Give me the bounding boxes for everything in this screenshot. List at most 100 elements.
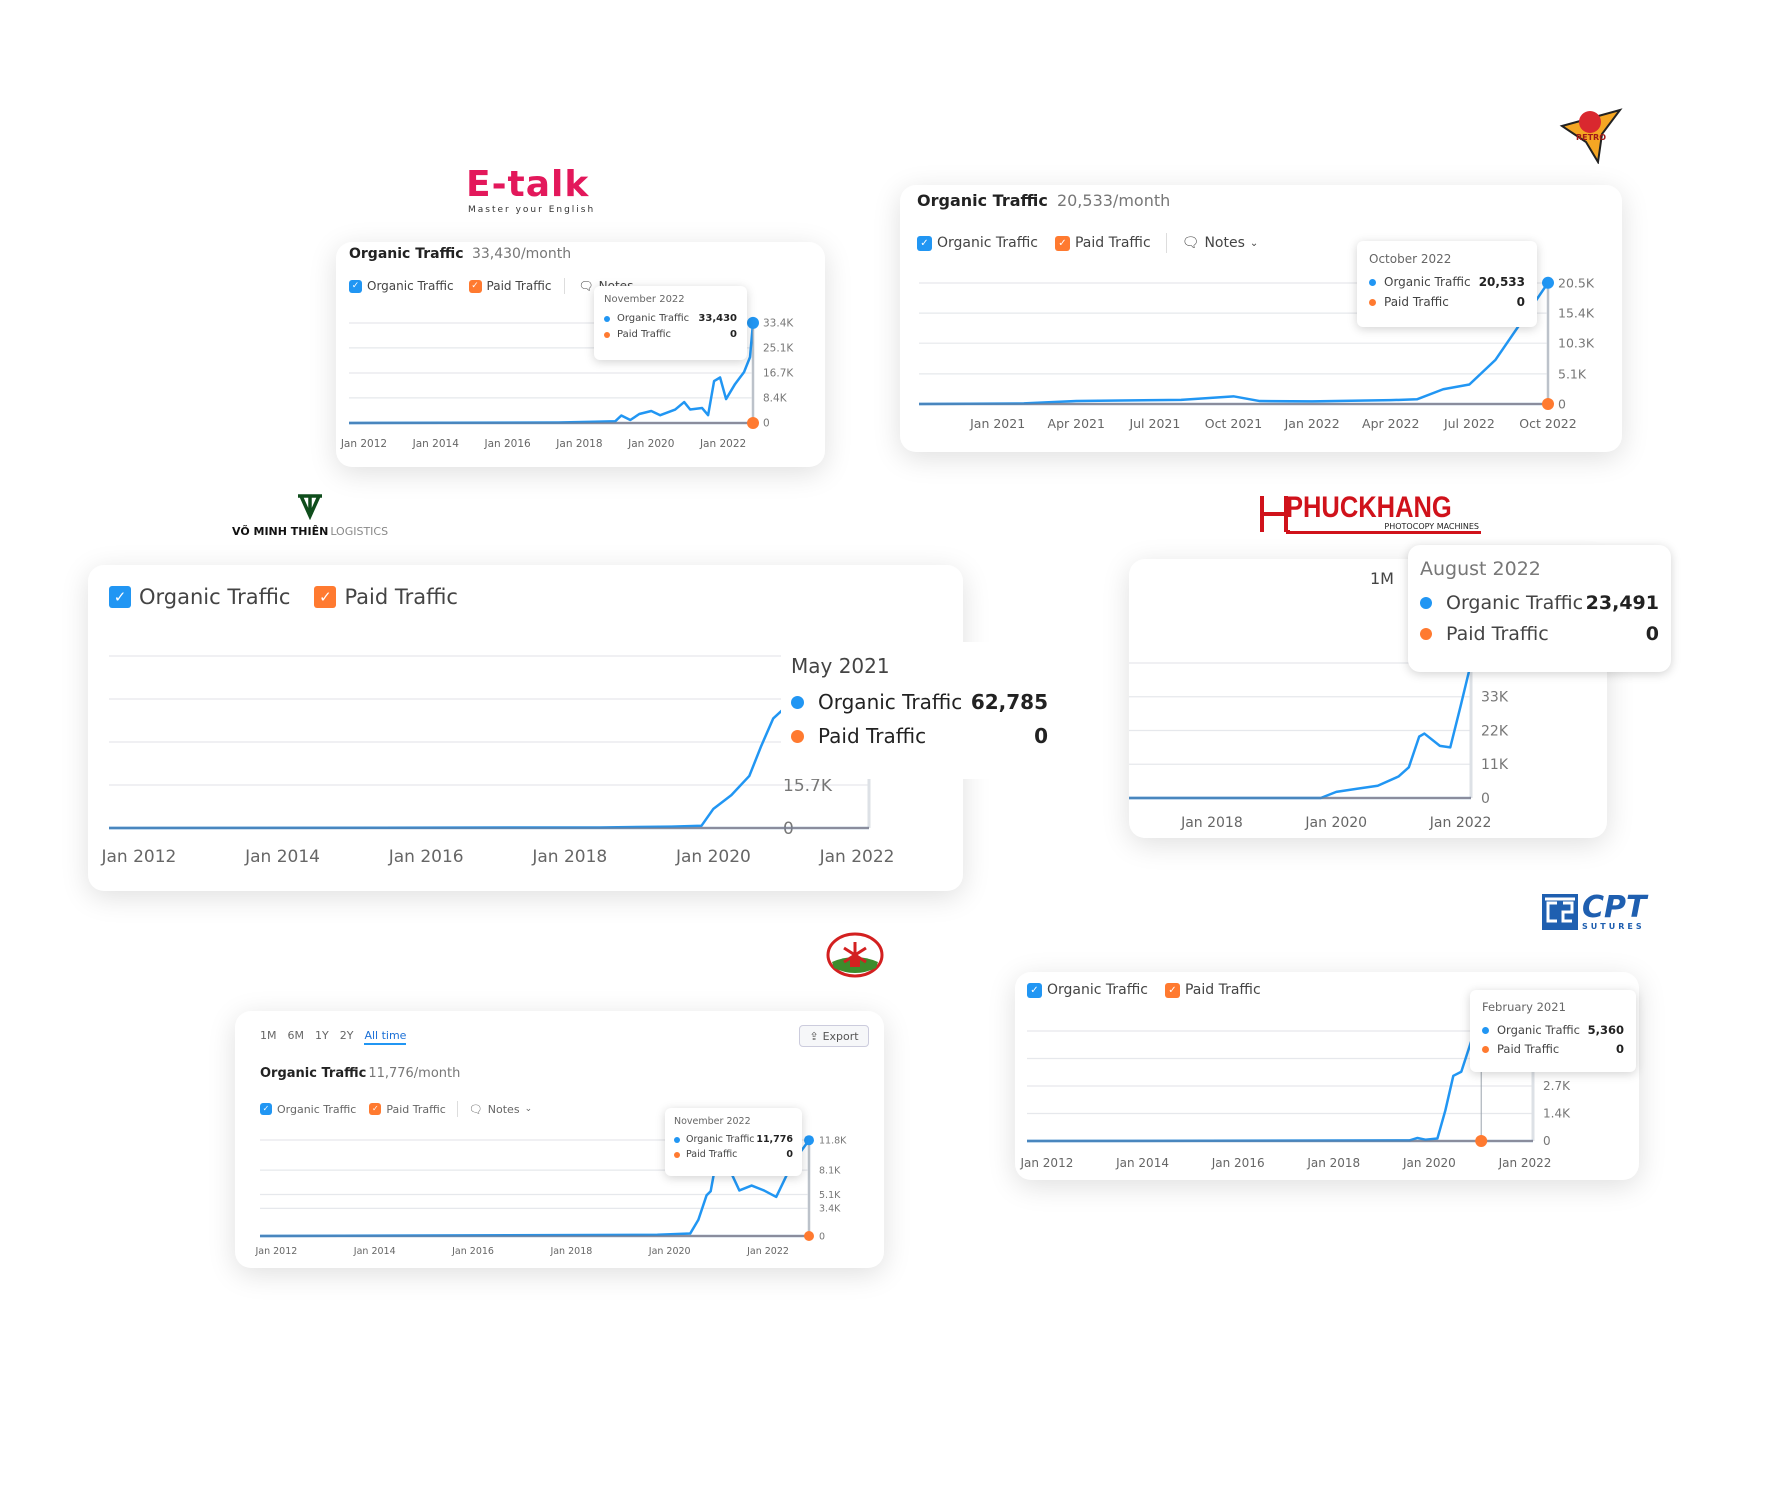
legend: ✓ Organic Traffic ✓ Paid Traffic 🗨 Notes xyxy=(349,278,633,294)
card-subtitle: 11,776/month xyxy=(368,1066,461,1081)
range-tab-1y[interactable]: 1Y xyxy=(315,1029,329,1045)
saigon-retro-traffic-card: 0 5.1K 10.3K 15.4K 20.5K Jan 2021 Apr 2021 Jul … xyxy=(900,185,1622,452)
organic-checkbox[interactable]: ✓ xyxy=(349,279,362,293)
y-tick-label: 11K xyxy=(1481,757,1509,773)
cpt-sutures-logo: CPT SUTURES xyxy=(1541,892,1646,931)
tooltip-organic-value: 5,360 xyxy=(1587,1023,1624,1037)
tooltip-row-organic: Organic Traffic 5,360 xyxy=(1482,1023,1624,1037)
x-tick-label: Jan 2014 xyxy=(353,1246,396,1257)
y-tick-label: 8.4K xyxy=(763,393,788,405)
range-tab-6m[interactable]: 6M xyxy=(288,1029,305,1045)
tooltip-paid-label: Paid Traffic xyxy=(1446,623,1549,645)
notes-icon[interactable]: 🗨 xyxy=(1182,235,1200,251)
organic-dot-icon xyxy=(1420,597,1432,609)
tooltip-paid-value: 0 xyxy=(1615,1042,1624,1056)
tooltip-organic-label: Organic Traffic xyxy=(617,313,690,324)
tooltip-date: November 2022 xyxy=(674,1116,751,1127)
notes-icon[interactable]: 🗨 xyxy=(578,279,593,293)
vmt-traffic-card: 015.7KJan 2012Jan 2014Jan 2016Jan 2018Ja… xyxy=(88,565,1056,891)
range-tab-2y[interactable]: 2Y xyxy=(340,1029,354,1045)
y-tick-label: 33.4K xyxy=(763,318,794,330)
paid-checkbox[interactable]: ✓ xyxy=(1164,982,1180,998)
chevron-down-icon[interactable]: ⌄ xyxy=(525,1104,533,1114)
tooltip-paid-value: 0 xyxy=(786,1149,793,1160)
paid-checkbox[interactable]: ✓ xyxy=(468,279,482,293)
x-tick-label: Jan 2012 xyxy=(1019,1156,1073,1170)
paid-checkbox[interactable]: ✓ xyxy=(369,1103,382,1115)
tooltip-organic-label: Organic Traffic xyxy=(1446,592,1584,614)
x-tick-label: Jan 2016 xyxy=(451,1246,494,1257)
cpt-traffic-card: 0 1.4K 2.7K Jan 2012 Jan 2014 Jan 2016 Jan 201… xyxy=(1015,972,1639,1180)
x-tick-label: Jan 2021 xyxy=(969,416,1025,431)
y-tick-label: 5.1K xyxy=(819,1190,841,1201)
x-tick-label: Jan 2020 xyxy=(1304,815,1367,831)
chart-tooltip: November 2022 Organic Traffic 11,776 Paid… xyxy=(665,1108,802,1176)
x-tick-label: Oct 2022 xyxy=(1519,416,1576,431)
range-tab-1m[interactable]: 1M xyxy=(260,1029,277,1045)
vmt-logo: VÕ MINH THIÊN LOGISTICS xyxy=(232,492,388,539)
range-1m-button[interactable]: 1M xyxy=(1370,569,1394,588)
phuckhang-logo: PHUCKHANG PHOTOCOPY MACHINES xyxy=(1260,493,1481,534)
range-tab-all-time[interactable]: All time xyxy=(364,1029,407,1045)
chart-tooltip: August 2022 Organic Traffic 23,491 Paid T… xyxy=(1408,545,1671,672)
notes-icon[interactable]: 🗨 xyxy=(469,1103,483,1116)
chevron-down-icon[interactable]: ⌄ xyxy=(1250,238,1258,249)
hover-point-paid xyxy=(747,417,759,429)
y-tick-label: 2.7K xyxy=(1543,1079,1571,1093)
card-title: Organic Traffic xyxy=(349,246,464,262)
x-tick-label: Jan 2018 xyxy=(531,847,607,867)
tooltip-row-organic: Organic Traffic 33,430 xyxy=(604,313,737,324)
tooltip-row-organic: Organic Traffic 20,533 xyxy=(1369,275,1525,289)
organic-legend-label: Organic Traffic xyxy=(139,585,291,609)
range-tabs: 1M 6M 1Y 2Y All time xyxy=(260,1029,407,1045)
organic-checkbox[interactable]: ✓ xyxy=(1027,982,1042,998)
paid-legend-label: Paid Traffic xyxy=(386,1102,446,1116)
y-tick-label: 0 xyxy=(1481,791,1490,807)
legend: ✓ Organic Traffic ✓ Paid Traffic 🗨 Notes… xyxy=(260,1101,532,1117)
y-tick-label: 5.1K xyxy=(1558,366,1587,381)
y-tick-label: 0 xyxy=(819,1231,825,1242)
tooltip-date: August 2022 xyxy=(1420,558,1541,580)
x-tick-label: Jan 2020 xyxy=(675,847,751,867)
x-tick-label: Jan 2018 xyxy=(1180,815,1243,831)
x-tick-label: Jul 2022 xyxy=(1443,416,1495,431)
x-tick-label: Apr 2021 xyxy=(1048,416,1105,431)
notes-button[interactable]: Notes xyxy=(488,1103,520,1116)
tooltip-row-paid: Paid Traffic 0 xyxy=(604,329,737,340)
y-tick-label: 0 xyxy=(763,418,770,430)
export-button[interactable]: ⇪ Export xyxy=(799,1025,869,1047)
organic-dot-icon xyxy=(604,315,610,322)
tooltip-organic-value: 33,430 xyxy=(698,313,737,324)
paid-checkbox[interactable]: ✓ xyxy=(314,586,337,608)
legend: ✓ Organic Traffic ✓ Paid Traffic xyxy=(109,585,458,609)
organic-legend-label: Organic Traffic xyxy=(277,1102,357,1116)
card-subtitle: 20,533/month xyxy=(1056,191,1171,210)
y-tick-label: 25.1K xyxy=(763,343,794,355)
tooltip-organic-label: Organic Traffic xyxy=(1497,1023,1580,1037)
x-tick-label: Jan 2016 xyxy=(388,847,464,867)
svg-text:RETRO: RETRO xyxy=(1576,133,1606,142)
organic-checkbox[interactable]: ✓ xyxy=(917,235,932,251)
organic-checkbox[interactable]: ✓ xyxy=(260,1103,272,1115)
x-tick-label: Jan 2012 xyxy=(254,1246,297,1257)
x-tick-label: Jan 2016 xyxy=(1211,1156,1265,1170)
y-tick-label: 16.7K xyxy=(763,368,794,380)
notes-button[interactable]: Notes xyxy=(1204,235,1244,251)
organic-dot-icon xyxy=(1369,278,1376,286)
card-header: Organic Traffic 33,430/month xyxy=(349,246,571,262)
paid-legend-label: Paid Traffic xyxy=(344,585,458,609)
organic-legend-label: Organic Traffic xyxy=(1047,982,1148,998)
legend-divider xyxy=(1165,233,1167,253)
x-tick-label: Jan 2022 xyxy=(1429,815,1492,831)
organic-checkbox[interactable]: ✓ xyxy=(109,586,131,608)
paid-checkbox[interactable]: ✓ xyxy=(1054,235,1070,251)
y-tick-label: 8.1K xyxy=(819,1165,841,1176)
chart-tooltip: October 2022 Organic Traffic 20,533 Paid … xyxy=(1357,241,1537,327)
card-title: Organic Traffic xyxy=(917,191,1048,210)
tooltip-paid-value: 0 xyxy=(1034,724,1048,748)
tooltip-paid-value: 0 xyxy=(730,329,737,340)
x-tick-label: Jan 2012 xyxy=(340,438,387,450)
windmill-emblem-icon xyxy=(826,932,884,978)
hover-point-paid xyxy=(1542,398,1554,410)
saigon-retro-logo: RETRO xyxy=(1558,104,1624,168)
